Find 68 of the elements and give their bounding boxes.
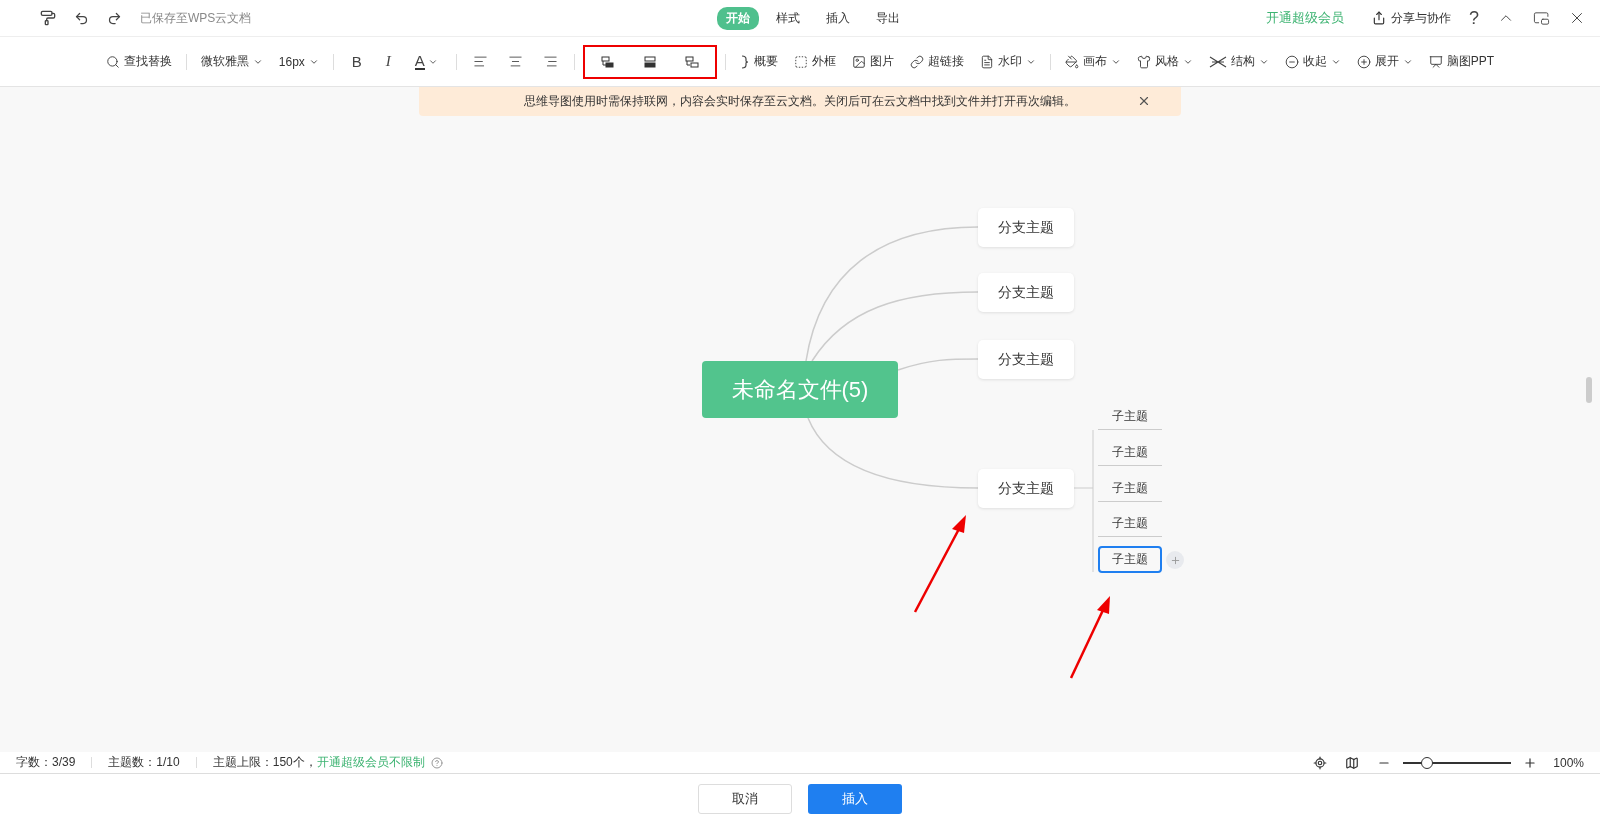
subtopic[interactable]: 子主题	[1098, 546, 1162, 573]
share-icon	[1372, 11, 1386, 25]
menu-tab[interactable]: 样式	[767, 6, 809, 30]
paint-roller-icon[interactable]	[40, 10, 56, 26]
toolbar-button[interactable]: 脑图PPT	[1422, 49, 1501, 74]
document-icon	[979, 54, 994, 69]
insert-button[interactable]: 插入	[808, 784, 902, 814]
branch-topic[interactable]: 分支主题	[978, 469, 1074, 508]
align-icon[interactable]	[472, 54, 488, 69]
share-button[interactable]: 分享与协作	[1372, 9, 1451, 27]
font-color-button[interactable]: A	[404, 49, 448, 74]
layout-icon[interactable]	[642, 55, 657, 68]
word-count: 字数：3/39	[16, 754, 76, 771]
close-icon[interactable]	[1137, 94, 1151, 108]
paint-bucket-icon	[1064, 54, 1079, 69]
toolbar-button[interactable]: 查找替换	[99, 49, 178, 74]
redo-icon[interactable]	[107, 10, 122, 26]
toolbar-button[interactable]: 外框	[787, 49, 842, 74]
link-icon	[909, 54, 924, 69]
map-icon[interactable]	[1345, 755, 1360, 770]
toolbar-button[interactable]: 展开	[1350, 49, 1419, 74]
subtopic[interactable]: 子主题	[1098, 439, 1162, 466]
toolbar-button[interactable]: 水印	[973, 49, 1042, 74]
minus-circle-icon	[1284, 54, 1299, 69]
toolbar-button[interactable]: 图片	[845, 49, 900, 74]
zoom-in-icon[interactable]	[1523, 755, 1538, 770]
topic-count: 主题数：1/10	[108, 754, 180, 771]
search-icon	[105, 54, 120, 69]
subtopic[interactable]: 子主题	[1098, 403, 1162, 430]
undo-icon[interactable]	[74, 10, 89, 26]
italic-button[interactable]: I	[375, 49, 401, 74]
toolbar-button[interactable]: 收起	[1278, 49, 1347, 74]
font-dropdown[interactable]: 16px	[272, 50, 325, 73]
shirt-icon	[1136, 54, 1151, 69]
layout-icon[interactable]	[600, 55, 615, 68]
slider-thumb[interactable]	[1421, 756, 1434, 769]
branch-topic[interactable]: 分支主题	[978, 340, 1074, 379]
font-dropdown[interactable]: 微软雅黑	[194, 49, 269, 74]
image-icon	[851, 54, 866, 69]
brace-icon	[739, 54, 750, 69]
window-icon[interactable]	[1533, 9, 1550, 27]
menu-tab[interactable]: 导出	[867, 6, 909, 30]
dashed-frame-icon	[793, 54, 808, 69]
subtopic[interactable]: 子主题	[1098, 475, 1162, 502]
bold-button[interactable]: B	[341, 49, 372, 74]
align-icon[interactable]	[507, 54, 523, 69]
locate-icon[interactable]	[1313, 755, 1328, 770]
notice-banner: 思维导图使用时需保持联网，内容会实时保存至云文档。关闭后可在云文档中找到文件并打开再次编辑。	[419, 87, 1181, 116]
topic-limit: 主题上限：150个，	[212, 754, 317, 771]
cancel-button[interactable]: 取消	[698, 784, 792, 814]
layout-icon[interactable]	[684, 55, 699, 68]
save-status: 已保存至WPS云文档	[140, 9, 252, 27]
toolbar-button[interactable]: 结构	[1202, 49, 1275, 74]
toolbar-button[interactable]: 超链接	[903, 49, 970, 74]
structure-icon	[1208, 55, 1227, 68]
toolbar-button[interactable]: 画布	[1058, 49, 1127, 74]
branch-topic[interactable]: 分支主题	[978, 208, 1074, 247]
toolbar-button[interactable]: 概要	[733, 49, 784, 74]
zoom-reading: 100%	[1553, 755, 1584, 770]
toolbar-button[interactable]: 风格	[1130, 49, 1199, 74]
subtopic[interactable]: 子主题	[1098, 510, 1162, 537]
plus-circle-icon	[1356, 54, 1371, 69]
presentation-icon	[1428, 54, 1443, 69]
align-icon[interactable]	[542, 54, 558, 69]
scrollbar-thumb[interactable]	[1586, 377, 1592, 403]
help-button[interactable]: ?	[1469, 7, 1479, 29]
menu-tab[interactable]: 插入	[817, 6, 859, 30]
branch-topic[interactable]: 分支主题	[978, 273, 1074, 312]
